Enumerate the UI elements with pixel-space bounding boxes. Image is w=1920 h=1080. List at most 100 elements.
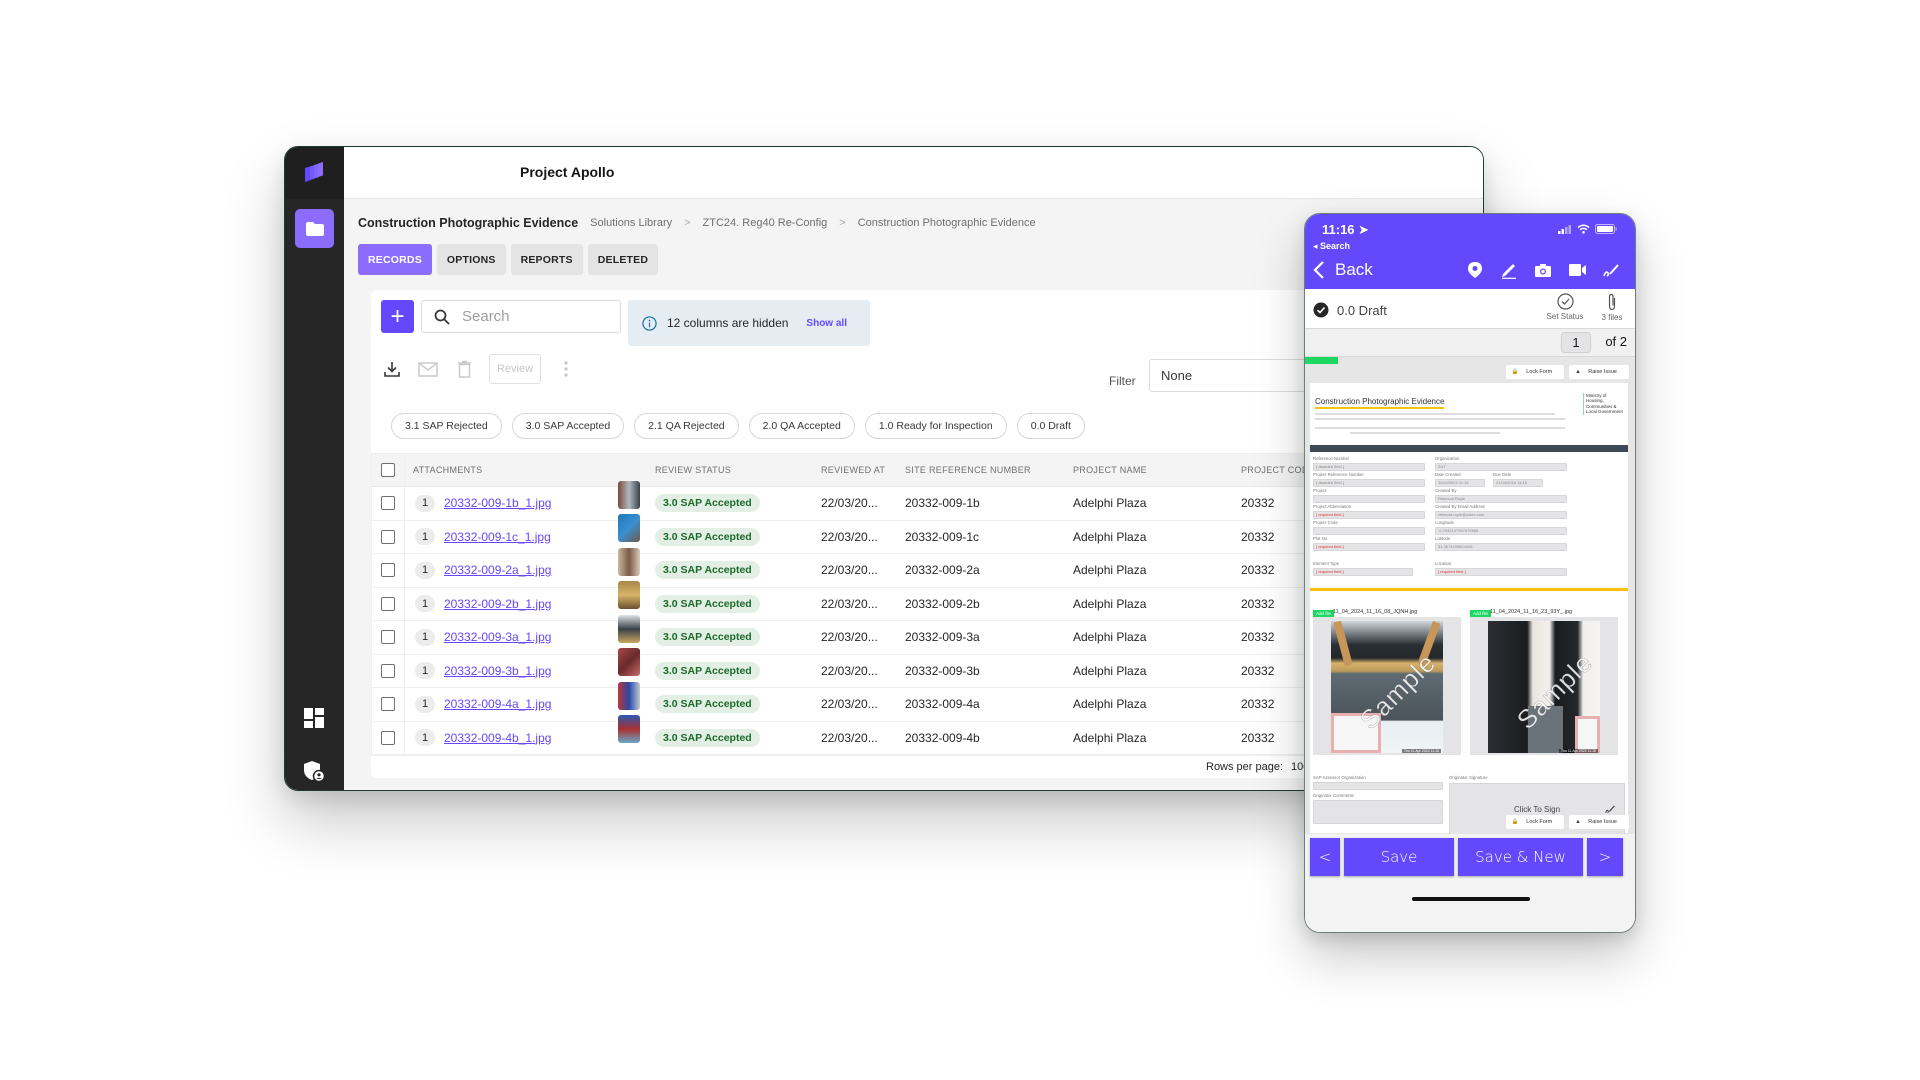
- lock-form-button[interactable]: 🔒 Lock Form: [1505, 815, 1565, 829]
- field-input[interactable]: [ required field ]: [1313, 568, 1413, 576]
- field-input[interactable]: [1313, 527, 1425, 535]
- status-chip[interactable]: 3.1 SAP Rejected: [391, 413, 502, 439]
- files-button[interactable]: 3 files: [1596, 293, 1628, 322]
- attachment-thumbnail[interactable]: [618, 547, 640, 576]
- show-all-link[interactable]: Show all: [806, 318, 847, 329]
- field-input[interactable]: [ required field ]: [1435, 568, 1567, 576]
- row-checkbox[interactable]: [381, 496, 395, 511]
- row-checkbox[interactable]: [381, 529, 395, 544]
- attachment-thumbnail[interactable]: [618, 681, 640, 710]
- attachment-link[interactable]: 20332-009-1b_1.jpg: [444, 496, 551, 510]
- row-checkbox[interactable]: [381, 596, 395, 611]
- sidebar-item-dashboard[interactable]: [303, 707, 325, 729]
- camera-button[interactable]: [1533, 260, 1553, 280]
- form-field: Date Created 11/04/2024 11:15: [1435, 472, 1485, 487]
- attachment-link[interactable]: 20332-009-3b_1.jpg: [444, 664, 551, 678]
- annotate-button[interactable]: [1499, 260, 1519, 280]
- project-name-cell: Adelphi Plaza: [1073, 697, 1147, 712]
- set-status-button[interactable]: Set Status: [1540, 293, 1590, 321]
- field-input[interactable]: Rebecca Royle: [1435, 495, 1567, 503]
- photo-thumbnail[interactable]: Sample: [1331, 621, 1443, 753]
- tab-records[interactable]: RECORDS: [358, 244, 432, 275]
- back-to-app-link[interactable]: ◂ Search: [1313, 241, 1350, 252]
- save-button[interactable]: Save: [1344, 838, 1454, 876]
- raise-issue-button[interactable]: ▲ Raise Issue: [1569, 815, 1629, 829]
- photo-filename[interactable]: 11_04_2024_11_16_08_JQNH.jpg: [1333, 609, 1417, 615]
- field-input[interactable]: ZUT: [1435, 463, 1567, 471]
- lock-form-button[interactable]: 🔒 Lock Form: [1505, 365, 1565, 379]
- status-chip[interactable]: 3.0 SAP Accepted: [511, 413, 625, 439]
- column-header-review-status[interactable]: REVIEW STATUS: [655, 465, 821, 475]
- status-chip[interactable]: 0.0 Draft: [1016, 413, 1085, 439]
- attachment-thumbnail[interactable]: [618, 614, 640, 643]
- sidebar-item-records[interactable]: [295, 209, 334, 248]
- attachment-thumbnail[interactable]: [618, 514, 640, 543]
- attachment-thumbnail[interactable]: [618, 648, 640, 677]
- attachment-link[interactable]: 20332-009-1c_1.jpg: [444, 530, 551, 544]
- back-button[interactable]: Back: [1313, 260, 1373, 280]
- breadcrumb-item[interactable]: Solutions Library: [590, 217, 672, 229]
- attachment-link[interactable]: 20332-009-2b_1.jpg: [444, 597, 551, 611]
- attachment-link[interactable]: 20332-009-2a_1.jpg: [444, 563, 551, 577]
- add-file-button[interactable]: Add file: [1470, 610, 1492, 617]
- raise-issue-button[interactable]: ▲ Raise Issue: [1569, 365, 1629, 379]
- field-input[interactable]: [1313, 800, 1443, 824]
- tab-reports[interactable]: REPORTS: [510, 244, 583, 275]
- status-chip[interactable]: 1.0 Ready for Inspection: [864, 413, 1007, 439]
- attachment-thumbnail[interactable]: [618, 715, 640, 744]
- location-button[interactable]: [1465, 260, 1485, 280]
- status-chip[interactable]: 2.0 QA Accepted: [748, 413, 855, 439]
- delete-button[interactable]: [453, 358, 475, 380]
- field-input[interactable]: [ required field ]: [1313, 511, 1425, 519]
- review-button[interactable]: Review: [489, 354, 542, 384]
- select-all-checkbox[interactable]: [381, 463, 395, 477]
- column-header-attachments[interactable]: ATTACHMENTS: [405, 465, 655, 475]
- photo-thumbnail[interactable]: Sample: [1488, 621, 1600, 753]
- logo[interactable]: [285, 147, 344, 199]
- field-input[interactable]: [ disabled field ]: [1313, 463, 1425, 471]
- add-record-button[interactable]: +: [381, 300, 414, 333]
- row-checkbox[interactable]: [381, 730, 395, 745]
- row-checkbox[interactable]: [381, 630, 395, 645]
- more-options-button[interactable]: [555, 358, 577, 380]
- attachment-thumbnail[interactable]: [618, 480, 640, 509]
- attachment-link[interactable]: 20332-009-4b_1.jpg: [444, 731, 551, 745]
- attachment-link[interactable]: 20332-009-3a_1.jpg: [444, 630, 551, 644]
- field-input[interactable]: [1313, 495, 1425, 503]
- field-input[interactable]: 21/04/2024 11:15: [1493, 479, 1543, 487]
- tab-deleted[interactable]: DELETED: [587, 244, 659, 275]
- field-input[interactable]: [ disabled field ]: [1313, 479, 1425, 487]
- breadcrumb-item[interactable]: ZTC24. Reg40 Re-Config: [703, 217, 828, 229]
- search-field[interactable]: [421, 300, 621, 333]
- tab-options[interactable]: OPTIONS: [436, 244, 506, 275]
- attachment-thumbnail[interactable]: [618, 581, 640, 610]
- email-button[interactable]: [417, 358, 439, 380]
- column-header-project-name[interactable]: PROJECT NAME: [1073, 465, 1241, 475]
- column-header-reviewed-at[interactable]: REVIEWED AT: [821, 465, 905, 475]
- previous-button[interactable]: <: [1310, 838, 1340, 876]
- page-number-input[interactable]: 1: [1561, 332, 1591, 353]
- field-input[interactable]: [ required field ]: [1313, 543, 1425, 551]
- add-file-button[interactable]: Add file: [1313, 610, 1335, 617]
- row-checkbox[interactable]: [381, 697, 395, 712]
- field-input[interactable]: 11/04/2024 11:15: [1435, 479, 1485, 487]
- attachment-link[interactable]: 20332-009-4a_1.jpg: [444, 697, 551, 711]
- video-button[interactable]: [1567, 260, 1587, 280]
- column-header-site-reference[interactable]: SITE REFERENCE NUMBER: [905, 465, 1073, 475]
- field-input[interactable]: 51.3674239804428: [1435, 543, 1567, 551]
- status-chip[interactable]: 2.1 QA Rejected: [634, 413, 739, 439]
- next-button[interactable]: >: [1587, 838, 1623, 876]
- sap-assessor-org-field[interactable]: SAP Assessor Organization: [1313, 775, 1443, 790]
- sidebar-item-admin[interactable]: [302, 759, 326, 783]
- signature-button[interactable]: [1601, 260, 1621, 280]
- originator-comments-field[interactable]: Originator Comments: [1313, 793, 1443, 824]
- search-input[interactable]: [462, 308, 602, 325]
- field-input[interactable]: [1313, 782, 1443, 790]
- field-input[interactable]: -0.7942147957075986: [1435, 527, 1567, 535]
- save-and-new-button[interactable]: Save & New: [1458, 838, 1583, 876]
- field-input[interactable]: rebecca.royle@zutec.com: [1435, 511, 1567, 519]
- download-button[interactable]: [381, 358, 403, 380]
- photo-filename[interactable]: 11_04_2024_11_16_23_93Y_.jpg: [1490, 609, 1572, 615]
- row-checkbox[interactable]: [381, 663, 395, 678]
- row-checkbox[interactable]: [381, 563, 395, 578]
